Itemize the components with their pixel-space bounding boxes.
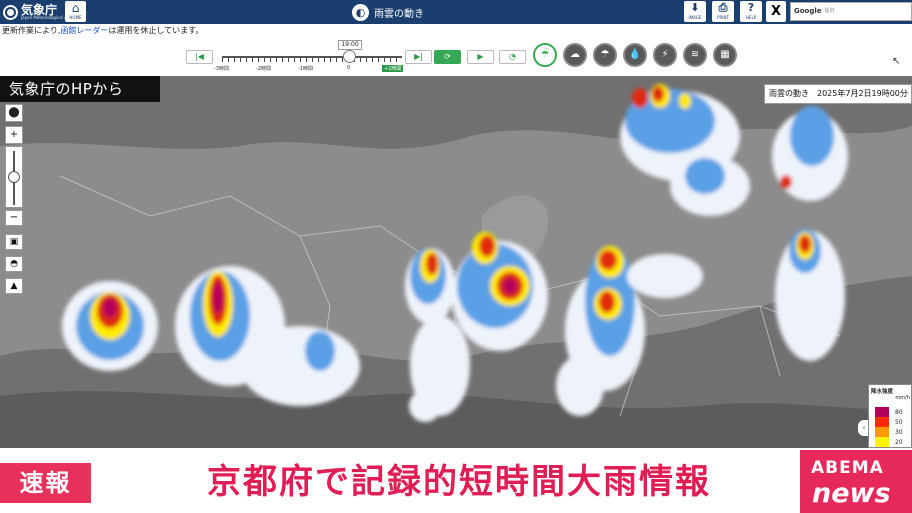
radar-map[interactable]	[0, 76, 912, 448]
legend-swatch-80	[875, 407, 889, 417]
map-marker-icon: ⬤	[8, 107, 20, 118]
site-search-input[interactable]: Google 提供	[790, 2, 912, 21]
tick-label-minus1: -1時間	[298, 66, 313, 72]
home-label: HOME	[69, 15, 82, 20]
legend-value-30: 30	[895, 429, 903, 436]
zoom-out-icon: −	[9, 212, 19, 223]
zoom-slider-knob[interactable]	[8, 171, 20, 183]
tick-label-now: 0	[347, 65, 351, 71]
play-button[interactable]: ▶	[467, 50, 494, 64]
legend-unit: mm/h	[895, 395, 910, 401]
tick-label-minus3: -3時間	[214, 66, 229, 72]
legend-value-20: 20	[895, 439, 903, 446]
x-share-button[interactable]: X	[766, 1, 786, 22]
page-title-text: 雨雲の動き	[374, 8, 424, 20]
zoom-slider[interactable]	[5, 146, 23, 208]
jma-logo-icon	[3, 4, 18, 20]
image-label: IMAGE	[688, 15, 702, 20]
element-wind-button[interactable]: ≋	[683, 43, 707, 67]
notice-prefix: 更新作業により,	[2, 26, 61, 35]
time-slider-thumb[interactable]	[343, 50, 356, 63]
wind-icon: ≋	[690, 49, 700, 60]
legend-swatch-20	[875, 437, 889, 447]
basemap-button[interactable]: ▣	[5, 234, 23, 250]
lightning-icon: ⚡	[661, 49, 669, 60]
skip-back-icon: |◀	[195, 52, 204, 61]
home-icon: ⌂	[71, 1, 80, 15]
element-layers-button[interactable]: ▦	[713, 43, 737, 67]
tick-label-minus2: -2時間	[256, 66, 271, 72]
cloud-rain-icon: ☂	[600, 49, 610, 60]
globe-icon: ◐	[352, 3, 369, 21]
legend-swatch-30	[875, 427, 889, 437]
play-icon: ▶	[477, 52, 484, 61]
radar-map-graphic	[0, 76, 912, 448]
page-title: ◐ 雨雲の動き	[352, 2, 424, 22]
tick-label-plus1: +1時間	[382, 65, 404, 72]
zoom-in-icon: +	[9, 129, 19, 140]
abema-news-logo: ABEMA news	[800, 450, 912, 513]
element-cloud-rain-button[interactable]: ☂	[593, 43, 617, 67]
zoom-out-button[interactable]: −	[5, 210, 23, 226]
layer-button[interactable]: ◓	[5, 256, 23, 272]
x-logo-icon: X	[770, 4, 782, 19]
layers-icon: ▦	[720, 49, 730, 60]
basemap-icon: ▣	[9, 237, 19, 247]
precipitation-legend: 降水強度 mm/h 80 50 30 20	[868, 384, 912, 448]
mouse-cursor-icon: ↖	[892, 56, 901, 67]
speed-icon: ◔	[509, 52, 516, 61]
legend-value-80: 80	[895, 409, 903, 416]
layer-icon: ◓	[10, 259, 18, 269]
image-button[interactable]: ⬇ IMAGE	[684, 1, 706, 22]
news-headline: 京都府で記録的短時間大雨情報	[207, 462, 711, 502]
element-drop-button[interactable]: 💧	[623, 43, 647, 67]
breaking-badge: 速報	[0, 463, 91, 503]
raincloud-icon: ☔	[540, 49, 550, 60]
help-icon: ?	[747, 1, 755, 14]
skip-back-button[interactable]: |◀	[186, 50, 213, 64]
drop-icon: 💧	[628, 49, 642, 60]
google-logo: Google	[794, 7, 822, 15]
legend-title: 降水強度	[871, 389, 894, 395]
home-button[interactable]: ⌂ HOME	[65, 1, 86, 22]
speed-button[interactable]: ◔	[499, 50, 526, 64]
print-button[interactable]: ⎙ PRINT	[712, 1, 734, 22]
notice-radar-link[interactable]: 函館レーダー	[60, 26, 108, 35]
service-notice: 更新作業により,函館レーダーは運用を休止しています。	[2, 25, 203, 36]
site-header: 気象庁 Japan Meteorological Agency ⌂ HOME ◐…	[0, 0, 912, 24]
brand-bottom: news	[812, 478, 891, 509]
print-icon: ⎙	[718, 1, 728, 14]
element-cloud-button[interactable]: ☁	[563, 43, 587, 67]
zoom-in-button[interactable]: +	[5, 126, 23, 144]
legend-value-50: 50	[895, 419, 903, 426]
skip-forward-button[interactable]: ▶|	[405, 50, 432, 64]
help-button[interactable]: ? HELP	[740, 1, 762, 22]
refresh-icon: ⟳	[444, 52, 451, 61]
skip-forward-icon: ▶|	[414, 52, 423, 61]
legend-swatch-50	[875, 417, 889, 427]
help-label: HELP	[745, 15, 757, 20]
map-datetime-label: 雨雲の動き 2025年7月2日19時00分	[764, 84, 912, 104]
overlay-source-label: 気象庁のHPから	[0, 76, 160, 102]
brand-top: ABEMA	[811, 458, 884, 478]
terrain-icon: ▲	[10, 281, 18, 291]
chevron-left-icon: ‹	[862, 423, 866, 432]
refresh-button[interactable]: ⟳	[434, 50, 461, 64]
element-lightning-button[interactable]: ⚡	[653, 43, 677, 67]
terrain-button[interactable]: ▲	[5, 278, 23, 294]
map-marker-button[interactable]: ⬤	[5, 104, 23, 122]
search-placeholder: 提供	[824, 8, 835, 14]
notice-suffix: は運用を休止しています。	[108, 26, 204, 35]
cloud-icon: ☁	[570, 49, 580, 60]
time-slider-ticks	[222, 58, 402, 62]
element-raincloud-button[interactable]: ☔	[533, 43, 557, 67]
current-time-display: 19:00	[338, 40, 362, 50]
download-icon: ⬇	[690, 1, 700, 14]
print-label: PRINT	[717, 15, 729, 20]
